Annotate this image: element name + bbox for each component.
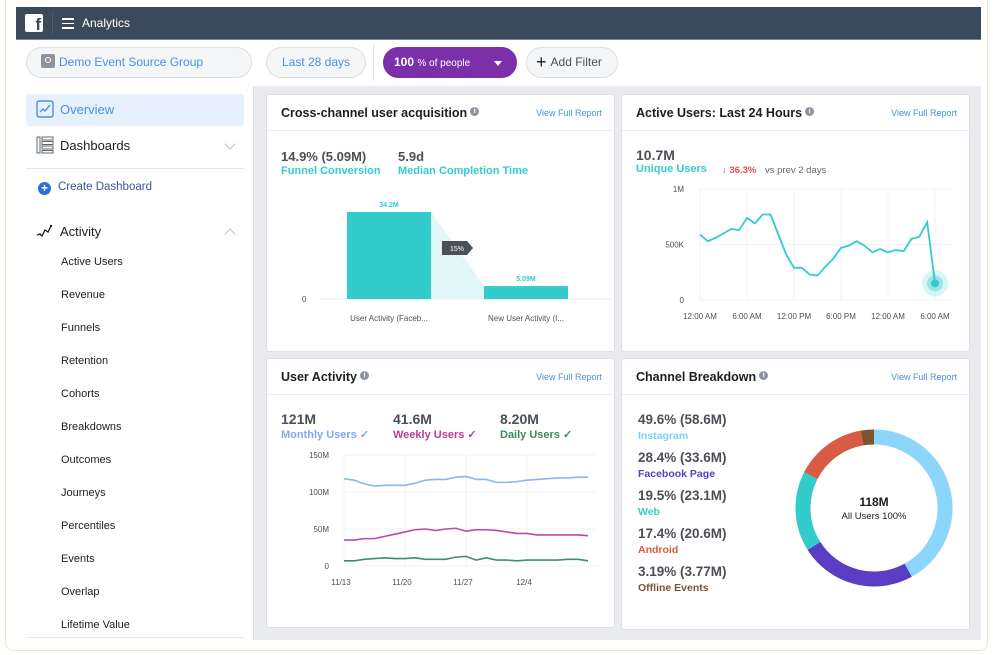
sidebar-subitem-lifetime-value[interactable]: Lifetime Value [61, 619, 130, 631]
x-tick-label: 6:00 AM [920, 312, 950, 321]
people-value: 100 [394, 55, 415, 69]
activity-line-icon [36, 224, 53, 238]
sidebar-subitem-cohorts[interactable]: Cohorts [61, 388, 100, 400]
hamburger-menu-icon[interactable] [62, 18, 74, 29]
x-tick-label: 12:00 PM [777, 312, 812, 321]
event-source-label: Demo Event Source Group [59, 55, 204, 69]
x-tick-label: 6:00 PM [826, 312, 856, 321]
x-tick-label: 11/27 [453, 578, 473, 587]
date-range-selector[interactable]: Last 28 days [266, 47, 366, 78]
channel-donut-chart: 118M All Users 100% [795, 429, 953, 587]
plus-circle-icon: + [38, 182, 51, 195]
card-channel-breakdown: Channel Breakdown i View Full Report 49.6… [621, 358, 970, 630]
sidebar-item-label: Dashboards [60, 138, 131, 153]
sidebar-subitem-overlap[interactable]: Overlap [61, 586, 100, 598]
active-users-line-chart: 12:00 AM 6:00 AM 12:00 PM 6:00 PM 12:00 AM 6:… [665, 185, 952, 321]
funnel-bar [484, 286, 568, 299]
sidebar-subitem-events[interactable]: Events [61, 553, 95, 565]
x-tick-label: 12/4 [516, 578, 532, 587]
plus-icon: + [536, 52, 547, 72]
y-tick-label: 500K [665, 241, 684, 250]
facebook-logo-icon[interactable]: f [25, 14, 43, 32]
donut-slice-web [795, 472, 821, 550]
x-tick-label: 11/20 [392, 578, 412, 587]
top-bar: f Analytics [16, 7, 981, 40]
x-tick-label: 12:00 AM [871, 312, 905, 321]
x-tick-label: 6:00 AM [732, 312, 762, 321]
dashboards-icon [36, 136, 54, 154]
donut-slice-facebook-page [807, 541, 912, 587]
sidebar: Overview Dashboards + Create Dashboard Ac… [16, 86, 253, 640]
y-tick-label: 150M [309, 451, 329, 460]
sidebar-item-activity[interactable]: Activity [26, 216, 244, 248]
y-tick-label: 50M [313, 525, 329, 534]
filter-bar: Demo Event Source Group Last 28 days 100… [16, 40, 981, 86]
card-cross-channel-acquisition: Cross-channel user acquisition i View Ful… [266, 94, 615, 352]
sidebar-item-label: Activity [60, 224, 102, 239]
funnel-bar [347, 212, 431, 299]
create-dashboard-label: Create Dashboard [58, 181, 152, 193]
sidebar-subitem-active-users[interactable]: Active Users [61, 256, 123, 268]
funnel-chart: 0 34.2M User Activity (Faceb... 5.09M New Us… [302, 202, 612, 323]
bar-value-label: 5.09M [516, 276, 536, 283]
donut-center-value: 118M [859, 495, 888, 509]
series-line-unique-users [699, 213, 936, 284]
y-tick-label: 1M [673, 185, 684, 194]
card-user-activity: User Activity i View Full Report 121M Mon… [266, 358, 615, 628]
y-tick-label: 0 [680, 296, 685, 305]
conversion-area [431, 212, 484, 299]
donut-center-label: All Users 100% [842, 511, 907, 522]
sidebar-subitem-funnels[interactable]: Funnels [61, 322, 100, 334]
y-tick-label: 0 [302, 295, 307, 304]
sidebar-subitem-breakdowns[interactable]: Breakdowns [61, 421, 122, 433]
x-tick-label: New User Activity (I... [488, 314, 564, 323]
user-activity-line-chart: 0 50M 100M 150M 11/13 11/20 11/27 12/4 [309, 451, 597, 587]
sidebar-subitem-outcomes[interactable]: Outcomes [61, 454, 111, 466]
card-active-users: Active Users: Last 24 Hours i View Full R… [621, 94, 970, 352]
add-filter-button[interactable]: + Add Filter [526, 47, 618, 78]
x-tick-label: User Activity (Faceb... [350, 314, 428, 323]
sidebar-item-dashboards[interactable]: Dashboards [26, 130, 244, 162]
people-suffix: % of people [417, 58, 471, 69]
create-dashboard-link[interactable]: + Create Dashboard [38, 181, 152, 195]
x-tick-label: 11/13 [331, 578, 351, 587]
sidebar-item-label: Overview [60, 102, 115, 117]
bar-value-label: 34.2M [379, 202, 399, 209]
people-percentage-dropdown[interactable]: 100 % of people [383, 47, 517, 78]
event-source-icon [41, 54, 55, 68]
sidebar-item-overview[interactable]: Overview [26, 94, 244, 126]
add-filter-label: Add Filter [550, 55, 602, 69]
conversion-label: 15% [450, 246, 464, 253]
divider [52, 12, 53, 35]
app-title: Analytics [82, 16, 131, 30]
divider [26, 637, 244, 638]
event-source-group-selector[interactable]: Demo Event Source Group [26, 47, 252, 78]
caret-down-icon [494, 61, 502, 66]
donut-slice-android [804, 430, 864, 480]
divider [26, 168, 244, 169]
last-point-marker [931, 279, 939, 288]
divider [373, 45, 374, 81]
chevron-down-icon[interactable] [224, 138, 236, 150]
sidebar-subitem-retention[interactable]: Retention [61, 355, 108, 367]
chevron-up-icon[interactable] [224, 228, 236, 240]
y-tick-label: 100M [309, 488, 329, 497]
sidebar-subitem-percentiles[interactable]: Percentiles [61, 520, 115, 532]
sidebar-subitem-revenue[interactable]: Revenue [61, 289, 105, 301]
trend-chart-icon [36, 100, 54, 118]
sidebar-subitem-journeys[interactable]: Journeys [61, 487, 106, 499]
donut-slice-offline-events [860, 429, 875, 446]
x-tick-label: 12:00 AM [683, 312, 717, 321]
y-tick-label: 0 [325, 562, 330, 571]
dashboard-main: Cross-channel user acquisition i View Ful… [253, 86, 981, 640]
